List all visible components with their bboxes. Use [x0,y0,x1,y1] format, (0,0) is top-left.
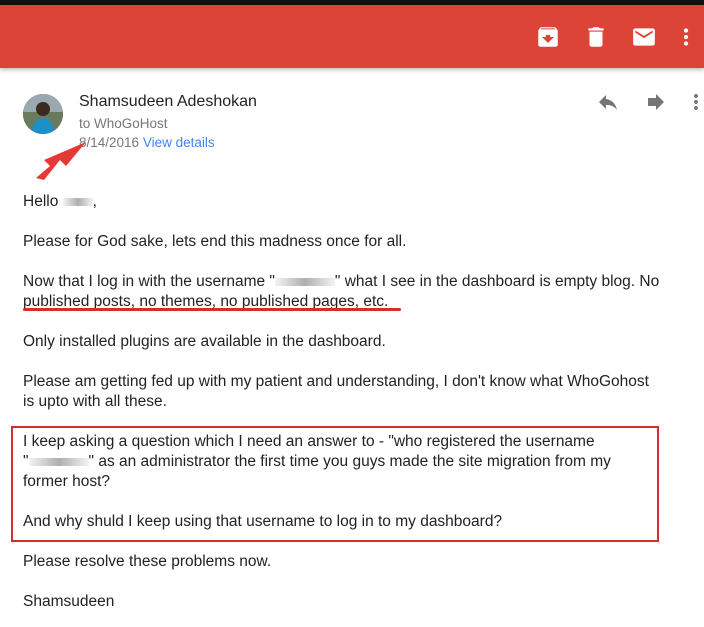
redacted-name [62,197,93,206]
sender-avatar[interactable] [23,94,63,134]
message-date-line: 8/14/2016 View details [79,135,215,150]
delete-icon [588,27,604,47]
app-toolbar [0,5,704,68]
reply-button[interactable] [596,90,620,114]
forward-icon [648,94,664,110]
red-arrow-annotation-icon [36,142,86,180]
reply-icon [599,95,617,110]
recipient-line: to WhoGoHost [79,116,168,131]
more-vert-icon [694,94,698,110]
more-vert-icon [683,28,689,46]
red-box-annotation [11,426,659,542]
mail-icon [633,28,655,46]
paragraph-4-line-2: is upto with all these. [23,393,167,410]
mark-unread-button[interactable] [631,24,657,50]
sender-name: Shamsudeen Adeshokan [79,93,257,110]
redacted-username [274,277,335,286]
signature: Shamsudeen [23,593,115,610]
paragraph-7: Please resolve these problems now. [23,553,272,570]
paragraph-4-line-1: Please am getting fed up with my patient… [23,373,649,390]
red-underline-annotation [23,308,401,311]
archive-button[interactable] [535,24,561,50]
view-details-link[interactable]: View details [143,135,215,150]
forward-button[interactable] [644,90,668,114]
archive-icon [538,27,558,47]
greeting-line: Hello , [23,193,97,210]
toolbar-overflow-button[interactable] [673,24,699,50]
delete-button[interactable] [583,24,609,50]
message-overflow-button[interactable] [684,90,704,114]
person-photo-icon [23,94,63,134]
paragraph-1: Please for God sake, lets end this madne… [23,233,407,250]
paragraph-2-line-1: Now that I log in with the username " " w… [23,273,660,290]
paragraph-3: Only installed plugins are available in … [23,333,386,350]
